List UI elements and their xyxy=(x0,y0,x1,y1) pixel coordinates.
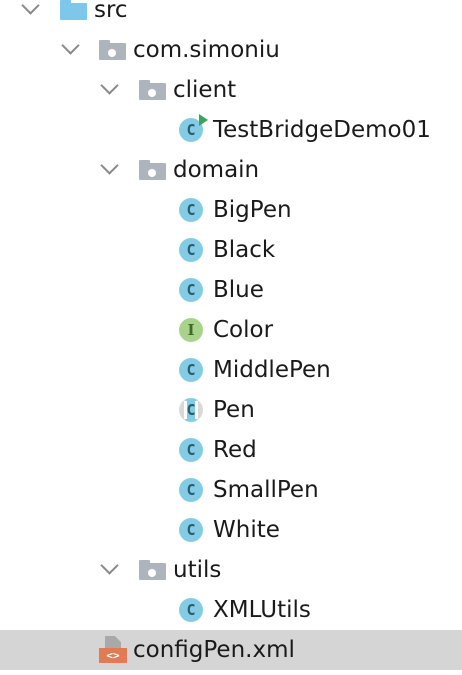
tree-row-class[interactable]: C Red xyxy=(0,430,462,470)
tree-row-class[interactable]: C White xyxy=(0,510,462,550)
tree-row-label: configPen.xml xyxy=(133,637,295,663)
class-icon: C xyxy=(179,598,203,622)
class-icon: C xyxy=(179,438,203,462)
tree-row-label: SmallPen xyxy=(213,477,319,503)
xml-file-icon: <> xyxy=(99,636,127,664)
tree-row-src[interactable]: src xyxy=(0,0,462,30)
tree-row-label: com.simoniu xyxy=(133,37,280,63)
tree-row-class[interactable]: C MiddlePen xyxy=(0,350,462,390)
class-icon: C xyxy=(179,478,203,502)
interface-glyph: I xyxy=(187,320,195,339)
source-folder-icon xyxy=(60,0,87,20)
xml-tag-glyph: <> xyxy=(99,648,127,663)
chevron-down-icon[interactable] xyxy=(100,556,119,575)
chevron-down-icon[interactable] xyxy=(61,36,80,55)
package-icon xyxy=(99,40,126,60)
class-icon: C xyxy=(179,198,203,222)
tree-row-label: BigPen xyxy=(213,197,292,223)
class-glyph: C xyxy=(186,400,196,419)
tree-row-label: Color xyxy=(213,317,274,343)
class-glyph: C xyxy=(186,440,196,459)
tree-row-label: client xyxy=(173,77,237,103)
run-badge-icon xyxy=(199,114,208,126)
tree-row-configpen-xml[interactable]: <> configPen.xml xyxy=(0,630,462,670)
tree-row-label: src xyxy=(94,0,128,23)
class-icon: C xyxy=(179,278,203,302)
tree-row-domain[interactable]: domain xyxy=(0,150,462,190)
class-glyph: C xyxy=(186,360,196,379)
tree-row-class[interactable]: C BigPen xyxy=(0,190,462,230)
tree-row-label: Pen xyxy=(213,397,255,423)
tree-row-label: Black xyxy=(213,237,276,263)
tree-row-label: utils xyxy=(173,557,222,583)
tree-row-com-simoniu[interactable]: com.simoniu xyxy=(0,30,462,70)
interface-icon: I xyxy=(179,318,203,342)
tree-row-abstract-class[interactable]: C Pen xyxy=(0,390,462,430)
tree-row-label: Red xyxy=(213,437,257,463)
package-icon xyxy=(139,160,166,180)
class-glyph: C xyxy=(186,120,196,139)
tree-row-interface[interactable]: I Color xyxy=(0,310,462,350)
tree-row-class[interactable]: C Blue xyxy=(0,270,462,310)
tree-row-class[interactable]: C Black xyxy=(0,230,462,270)
class-glyph: C xyxy=(186,480,196,499)
tree-row-label: White xyxy=(213,517,280,543)
package-icon xyxy=(139,80,166,100)
tree-row-label: XMLUtils xyxy=(213,597,311,623)
tree-row-testbridgedemo01[interactable]: C TestBridgeDemo01 xyxy=(0,110,462,150)
chevron-down-icon[interactable] xyxy=(100,76,119,95)
tree-row-client[interactable]: client xyxy=(0,70,462,110)
tree-row-xmlutils[interactable]: C XMLUtils xyxy=(0,590,462,630)
tree-row-utils[interactable]: utils xyxy=(0,550,462,590)
package-icon xyxy=(139,560,166,580)
class-glyph: C xyxy=(186,600,196,619)
chevron-down-icon[interactable] xyxy=(21,0,40,15)
class-glyph: C xyxy=(186,240,196,259)
class-icon: C xyxy=(179,518,203,542)
class-glyph: C xyxy=(186,200,196,219)
tree-row-label: domain xyxy=(173,157,260,183)
class-glyph: C xyxy=(186,520,196,539)
tree-row-label: Blue xyxy=(213,277,264,303)
tree-row-label: MiddlePen xyxy=(213,357,331,383)
tree-row-label: TestBridgeDemo01 xyxy=(213,117,431,143)
class-icon: C xyxy=(179,238,203,262)
class-glyph: C xyxy=(186,280,196,299)
class-icon: C xyxy=(179,358,203,382)
tree-row-class[interactable]: C SmallPen xyxy=(0,470,462,510)
chevron-down-icon[interactable] xyxy=(100,156,119,175)
abstract-class-icon: C xyxy=(179,398,203,422)
